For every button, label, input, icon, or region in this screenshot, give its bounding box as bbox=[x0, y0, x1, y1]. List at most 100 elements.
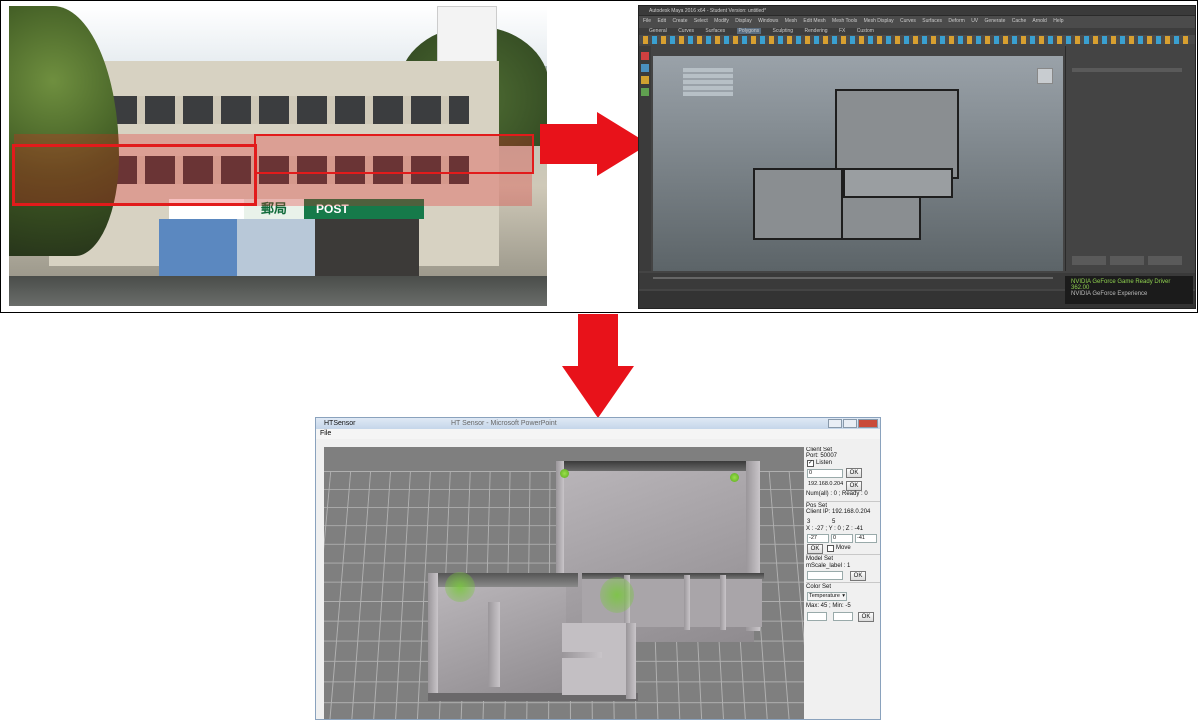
sensor-3d-viewport[interactable] bbox=[324, 447, 804, 719]
divider bbox=[806, 582, 880, 583]
scale-input[interactable] bbox=[807, 571, 843, 580]
maya-menu-item[interactable]: Modify bbox=[714, 18, 729, 24]
maya-menu-item[interactable]: Cache bbox=[1012, 18, 1026, 24]
color-mode-select[interactable]: Temperature ▾ bbox=[807, 592, 847, 601]
room-center-right-wall bbox=[626, 623, 636, 699]
close-icon[interactable] bbox=[858, 419, 878, 428]
chevron-down-icon: ▾ bbox=[842, 593, 845, 599]
move-checkbox[interactable] bbox=[827, 545, 834, 552]
htsensor-window-title: HTSensor bbox=[324, 420, 356, 427]
maya-shelf-tabs: General Curves Surfaces Polygons Sculpti… bbox=[639, 28, 1195, 35]
maya-room-large bbox=[835, 89, 959, 179]
photo-ground bbox=[9, 276, 547, 306]
maya-time-slider[interactable] bbox=[653, 277, 1053, 279]
client-ok-button[interactable]: OK bbox=[846, 468, 862, 478]
color-mode-value: Temperature bbox=[809, 593, 840, 599]
color-range-readout: Max: 45 ; Min: -5 bbox=[806, 603, 851, 609]
room-large-back-wall bbox=[556, 461, 756, 471]
maya-shelf-tab[interactable]: FX bbox=[839, 28, 845, 34]
maya-viewport-menu[interactable] bbox=[653, 46, 1063, 56]
maya-menu-item[interactable]: Select bbox=[694, 18, 708, 24]
maya-shelf-tab[interactable]: Custom bbox=[857, 28, 874, 34]
color-ok-button[interactable]: OK bbox=[858, 612, 874, 622]
maya-menu-item[interactable]: File bbox=[643, 18, 651, 24]
maya-menu-item[interactable]: Edit Mesh bbox=[803, 18, 825, 24]
divider bbox=[806, 554, 880, 555]
maya-menu-item[interactable]: Windows bbox=[758, 18, 778, 24]
room-center-floor bbox=[562, 623, 632, 695]
room-left-floor bbox=[436, 587, 566, 699]
maya-shelf-tab[interactable]: Surfaces bbox=[705, 28, 725, 34]
maya-menu-item[interactable]: Generate bbox=[985, 18, 1006, 24]
maya-menu-item[interactable]: Create bbox=[672, 18, 687, 24]
menu-file[interactable]: File bbox=[320, 430, 331, 437]
select-tool-icon[interactable] bbox=[641, 52, 649, 60]
ip-ok-button[interactable]: OK bbox=[846, 481, 862, 491]
client-ip-label: Client IP: 192.168.0.204 bbox=[806, 509, 871, 515]
client-count-input[interactable]: 0 bbox=[807, 469, 843, 478]
maya-attr-buttons[interactable] bbox=[1072, 256, 1182, 265]
maya-shelf-icons[interactable] bbox=[643, 36, 1191, 44]
maya-menu-item[interactable]: Deform bbox=[948, 18, 964, 24]
z-input[interactable]: -41 bbox=[855, 534, 877, 543]
highlight-box-side bbox=[254, 134, 534, 174]
ip-value[interactable]: 192.168.0.204 bbox=[807, 481, 843, 490]
x-input[interactable]: -27 bbox=[807, 534, 829, 543]
maya-menu-item[interactable]: Display bbox=[735, 18, 751, 24]
maya-viewcube-icon[interactable] bbox=[1037, 68, 1053, 84]
color-max-input[interactable] bbox=[807, 612, 827, 621]
maya-menu-item[interactable]: Mesh Tools bbox=[832, 18, 857, 24]
control-panel: Client Set Port: 50007 ✓ Listen 0 OK 192… bbox=[806, 447, 880, 719]
scale-ok-button[interactable]: OK bbox=[850, 571, 866, 581]
y-input[interactable]: 0 bbox=[831, 534, 853, 543]
move-tool-icon[interactable] bbox=[641, 64, 649, 72]
maya-room-corridor bbox=[843, 168, 953, 198]
maya-toolbox[interactable] bbox=[639, 46, 651, 271]
pos-b-value: 5 bbox=[832, 519, 836, 525]
maya-shelf-tab[interactable]: General bbox=[649, 28, 667, 34]
maya-menu-item[interactable]: Edit bbox=[657, 18, 666, 24]
maya-menu-item[interactable]: UV bbox=[971, 18, 978, 24]
sensor-marker[interactable] bbox=[445, 572, 475, 602]
scale-tool-icon[interactable] bbox=[641, 88, 649, 96]
pos-a-value: 3 bbox=[807, 519, 811, 525]
maya-shelf-tab[interactable]: Polygons bbox=[736, 28, 762, 34]
maya-attr-row bbox=[1072, 68, 1182, 72]
sensor-marker[interactable] bbox=[600, 577, 634, 613]
divider bbox=[806, 501, 880, 502]
maya-menu-item[interactable]: Surfaces bbox=[922, 18, 942, 24]
maya-shelf-tab[interactable]: Rendering bbox=[804, 28, 827, 34]
maya-attribute-editor[interactable] bbox=[1065, 46, 1194, 271]
room-large-left-wall bbox=[556, 461, 564, 581]
photo-tower bbox=[437, 6, 497, 68]
maya-viewport[interactable] bbox=[653, 56, 1063, 271]
maya-menubar: Autodesk Maya 2016 x64 - Student Version… bbox=[639, 6, 1195, 16]
maya-menu-item[interactable]: Mesh Display bbox=[864, 18, 894, 24]
htsensor-menubar: File bbox=[316, 429, 880, 439]
maya-menu-item[interactable]: Mesh bbox=[785, 18, 797, 24]
rotate-tool-icon[interactable] bbox=[641, 76, 649, 84]
color-min-input[interactable] bbox=[833, 612, 853, 621]
maya-window: Autodesk Maya 2016 x64 - Student Version… bbox=[638, 5, 1196, 309]
arrow-down-icon bbox=[562, 366, 634, 418]
maya-menu-item[interactable]: Curves bbox=[900, 18, 916, 24]
sensor-marker[interactable] bbox=[730, 473, 739, 482]
nvidia-notification[interactable]: NVIDIA GeForce Game Ready Driver 362.00 … bbox=[1065, 276, 1193, 304]
maya-shelf-tab[interactable]: Sculpting bbox=[773, 28, 794, 34]
maya-shelf-tab[interactable]: Curves bbox=[678, 28, 694, 34]
maya-menu-item[interactable]: Help bbox=[1053, 18, 1063, 24]
minimize-icon[interactable] bbox=[828, 419, 842, 428]
room-center-wall bbox=[562, 652, 602, 658]
maya-menu-items: File Edit Create Select Modify Display W… bbox=[643, 18, 1191, 26]
color-set-header: Color Set bbox=[806, 584, 832, 590]
xyz-readout: X : -27 ; Y : 0 ; Z : -41 bbox=[806, 526, 864, 532]
htsensor-titlebar[interactable]: HTSensor HT Sensor - Microsoft PowerPoin… bbox=[316, 418, 880, 429]
pos-ok-button[interactable]: OK bbox=[807, 544, 823, 554]
port-label: Port: 50007 bbox=[806, 453, 838, 459]
sensor-marker[interactable] bbox=[560, 469, 569, 478]
arrow-right-shaft bbox=[540, 124, 598, 164]
listen-checkbox[interactable]: ✓ bbox=[807, 460, 814, 467]
model-set-header: Model Set bbox=[806, 556, 834, 562]
maya-menu-item[interactable]: Arnold bbox=[1032, 18, 1046, 24]
maximize-icon[interactable] bbox=[843, 419, 857, 428]
